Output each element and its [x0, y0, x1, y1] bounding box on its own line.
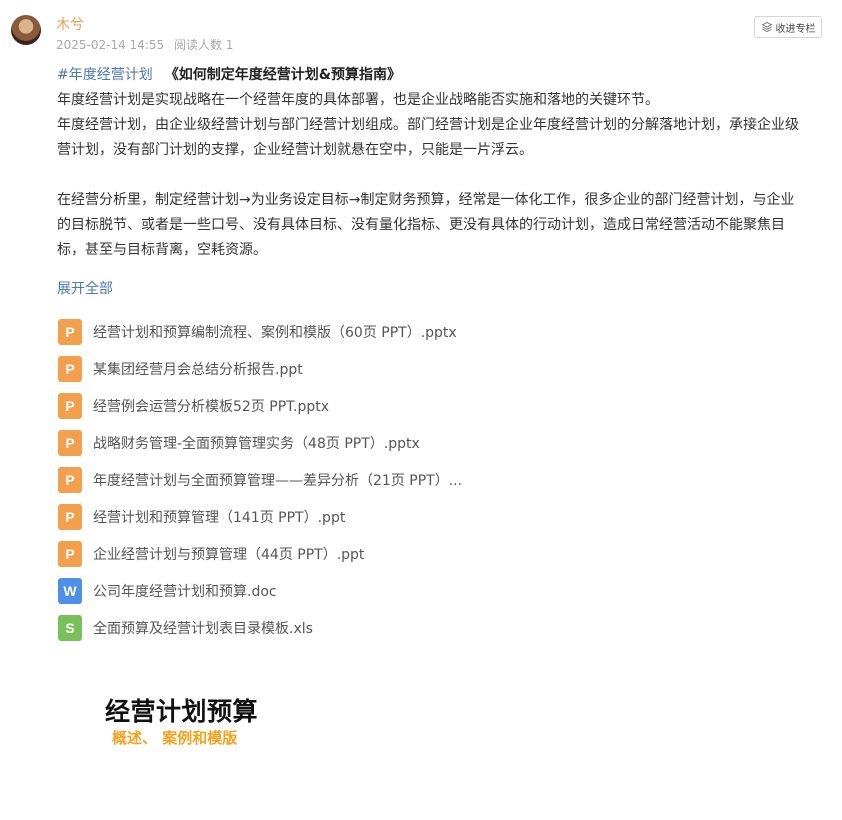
article-line: 的目标脱节、或者是一些口号、没有具体目标、没有量化指标、更没有具体的行动计划，造… [57, 217, 785, 233]
svg-text:P: P [65, 398, 74, 414]
article-body: #年度经营计划 《如何制定年度经营计划&预算指南》 年度经营计划是实现战略在一个经… [57, 63, 842, 263]
attachment-item[interactable]: P 战略财务管理-全面预算管理实务（48页 PPT）.pptx [58, 424, 818, 461]
ppt-file-icon: P [58, 355, 82, 382]
attachment-item[interactable]: S 全面预算及经营计划表目录模板.xls [58, 609, 818, 646]
ppt-file-icon: P [58, 503, 82, 530]
article-heading-line: #年度经营计划 《如何制定年度经营计划&预算指南》 [57, 63, 842, 88]
read-count: 阅读人数 1 [173, 38, 234, 52]
article-blank-line [57, 163, 842, 188]
ppt-file-icon: P [58, 429, 82, 456]
attachment-name: 某集团经营月会总结分析报告.ppt [93, 361, 303, 378]
ppt-file-icon: P [58, 540, 82, 567]
svg-text:W: W [63, 583, 77, 599]
post-meta: 2025-02-14 14:55 阅读人数 1 [56, 37, 233, 53]
attachment-name: 战略财务管理-全面预算管理实务（48页 PPT）.pptx [93, 435, 420, 452]
collect-button-label: 收进专栏 [775, 23, 816, 35]
attachment-item[interactable]: P 年度经营计划与全面预算管理——差异分析（21页 PPT）... [58, 461, 818, 498]
attachment-name: 企业经营计划与预算管理（44页 PPT）.ppt [93, 546, 365, 563]
collect-to-column-button[interactable]: 收进专栏 [754, 16, 822, 38]
attachment-item[interactable]: W 公司年度经营计划和预算.doc [58, 572, 818, 609]
attachment-item[interactable]: P 某集团经营月会总结分析报告.ppt [58, 350, 818, 387]
svg-text:P: P [65, 472, 74, 488]
svg-text:P: P [65, 546, 74, 562]
article-line: 年度经营计划是实现战略在一个经营年度的具体部署，也是企业战略能否实施和落地的关键… [57, 92, 659, 108]
cover-image[interactable]: 经营计划预算 概述、 案例和模版 [105, 696, 258, 748]
article-title: 《如何制定年度经营计划&预算指南》 [164, 67, 401, 83]
attachment-item[interactable]: P 经营计划和预算编制流程、案例和模版（60页 PPT）.pptx [58, 313, 818, 350]
article-line: 在经营分析里，制定经营计划→为业务设定目标→制定财务预算，经常是一体化工作，很多… [57, 192, 795, 208]
ppt-file-icon: P [58, 392, 82, 419]
attachment-list: P 经营计划和预算编制流程、案例和模版（60页 PPT）.pptx P 某集团经… [58, 313, 818, 646]
svg-text:P: P [65, 435, 74, 451]
author-name[interactable]: 木兮 [56, 16, 84, 34]
attachment-name: 年度经营计划与全面预算管理——差异分析（21页 PPT）... [93, 472, 463, 489]
attachment-name: 经营计划和预算管理（141页 PPT）.ppt [93, 509, 346, 526]
attachment-name: 全面预算及经营计划表目录模板.xls [93, 620, 313, 637]
attachment-item[interactable]: P 经营例会运营分析模板52页 PPT.pptx [58, 387, 818, 424]
article-line: 营计划，没有部门计划的支撑，企业经营计划就悬在空中，只能是一片浮云。 [57, 142, 533, 158]
excel-file-icon: S [58, 614, 82, 641]
layers-icon [760, 21, 773, 33]
svg-text:S: S [65, 620, 74, 636]
ppt-file-icon: P [58, 318, 82, 345]
attachment-item[interactable]: P 经营计划和预算管理（141页 PPT）.ppt [58, 498, 818, 535]
article-line: 年度经营计划，由企业级经营计划与部门经营计划组成。部门经营计划是企业年度经营计划… [57, 117, 799, 133]
post-date: 2025-02-14 14:55 [56, 38, 165, 52]
attachment-name: 公司年度经营计划和预算.doc [93, 583, 277, 600]
ppt-file-icon: P [58, 466, 82, 493]
svg-text:P: P [65, 324, 74, 340]
attachment-name: 经营例会运营分析模板52页 PPT.pptx [93, 398, 330, 415]
attachment-name: 经营计划和预算编制流程、案例和模版（60页 PPT）.pptx [93, 324, 457, 341]
svg-text:P: P [65, 361, 74, 377]
expand-all-link[interactable]: 展开全部 [57, 278, 113, 300]
cover-title: 经营计划预算 [105, 697, 259, 726]
author-avatar[interactable] [11, 15, 41, 45]
hashtag-link[interactable]: #年度经营计划 [57, 67, 153, 83]
svg-text:P: P [65, 509, 74, 525]
attachment-item[interactable]: P 企业经营计划与预算管理（44页 PPT）.ppt [58, 535, 818, 572]
word-file-icon: W [58, 577, 82, 604]
cover-subtitle: 概述、 案例和模版 [112, 729, 238, 747]
article-line: 标，甚至与目标背离，空耗资源。 [57, 242, 267, 258]
